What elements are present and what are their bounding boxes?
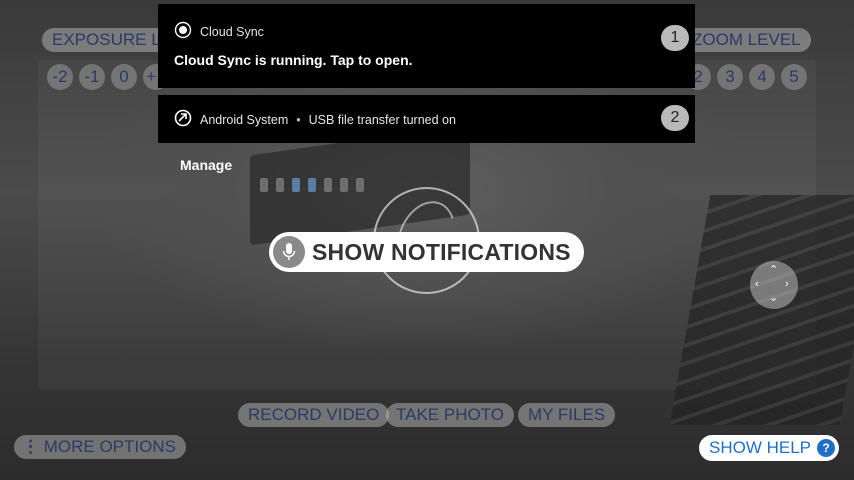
exposure-level-chip[interactable]: -1 (79, 64, 105, 90)
more-options-label: MORE OPTIONS (43, 437, 176, 456)
notification-separator: • (296, 112, 301, 127)
more-options-button[interactable]: ⋮ MORE OPTIONS (14, 435, 186, 459)
notification-usb-transfer[interactable]: Android System • USB file transfer turne… (158, 95, 695, 143)
notification-header: Android System • USB file transfer turne… (174, 109, 456, 130)
zoom-level-chip[interactable]: 5 (781, 64, 807, 90)
record-video-button[interactable]: RECORD VIDEO (238, 403, 390, 427)
notification-number-badge: 2 (661, 105, 689, 131)
voice-command-show-notifications[interactable]: SHOW NOTIFICATIONS (269, 232, 584, 272)
help-icon: ? (817, 439, 835, 457)
zoom-level-chip[interactable]: 4 (749, 64, 775, 90)
microphone-icon (273, 236, 305, 268)
take-photo-button[interactable]: TAKE PHOTO (386, 403, 515, 427)
manage-button[interactable]: Manage (180, 157, 232, 173)
show-help-button[interactable]: SHOW HELP ? (699, 435, 839, 461)
exposure-level-chip[interactable]: -2 (47, 64, 73, 90)
notification-app-name: Android System (200, 112, 289, 127)
viewfinder-screen-icons (260, 178, 364, 192)
android-system-icon (174, 109, 192, 130)
notification-number-badge: 1 (661, 25, 689, 51)
chevron-right-icon: › (785, 278, 789, 290)
zoom-level-chip[interactable]: 3 (717, 64, 743, 90)
show-help-label: SHOW HELP (709, 438, 812, 457)
notification-message: Cloud Sync is running. Tap to open. (174, 52, 413, 68)
pan-control[interactable]: ⌃ ‹ › ⌄ (750, 261, 798, 309)
my-files-button[interactable]: MY FILES (518, 403, 616, 427)
notification-message: USB file transfer turned on (308, 112, 456, 127)
voice-command-label: SHOW NOTIFICATIONS (312, 239, 571, 265)
cloud-sync-icon (174, 21, 192, 42)
notification-header: Cloud Sync (174, 21, 264, 42)
vertical-ellipsis-icon: ⋮ (22, 437, 39, 456)
exposure-level-chip[interactable]: 0 (111, 64, 137, 90)
chevron-up-icon: ⌃ (769, 264, 779, 276)
chevron-left-icon: ‹ (755, 278, 759, 290)
notification-cloud-sync[interactable]: Cloud Sync Cloud Sync is running. Tap to… (158, 4, 695, 88)
notification-app-name: Cloud Sync (200, 24, 264, 39)
chevron-down-icon: ⌄ (769, 292, 779, 304)
